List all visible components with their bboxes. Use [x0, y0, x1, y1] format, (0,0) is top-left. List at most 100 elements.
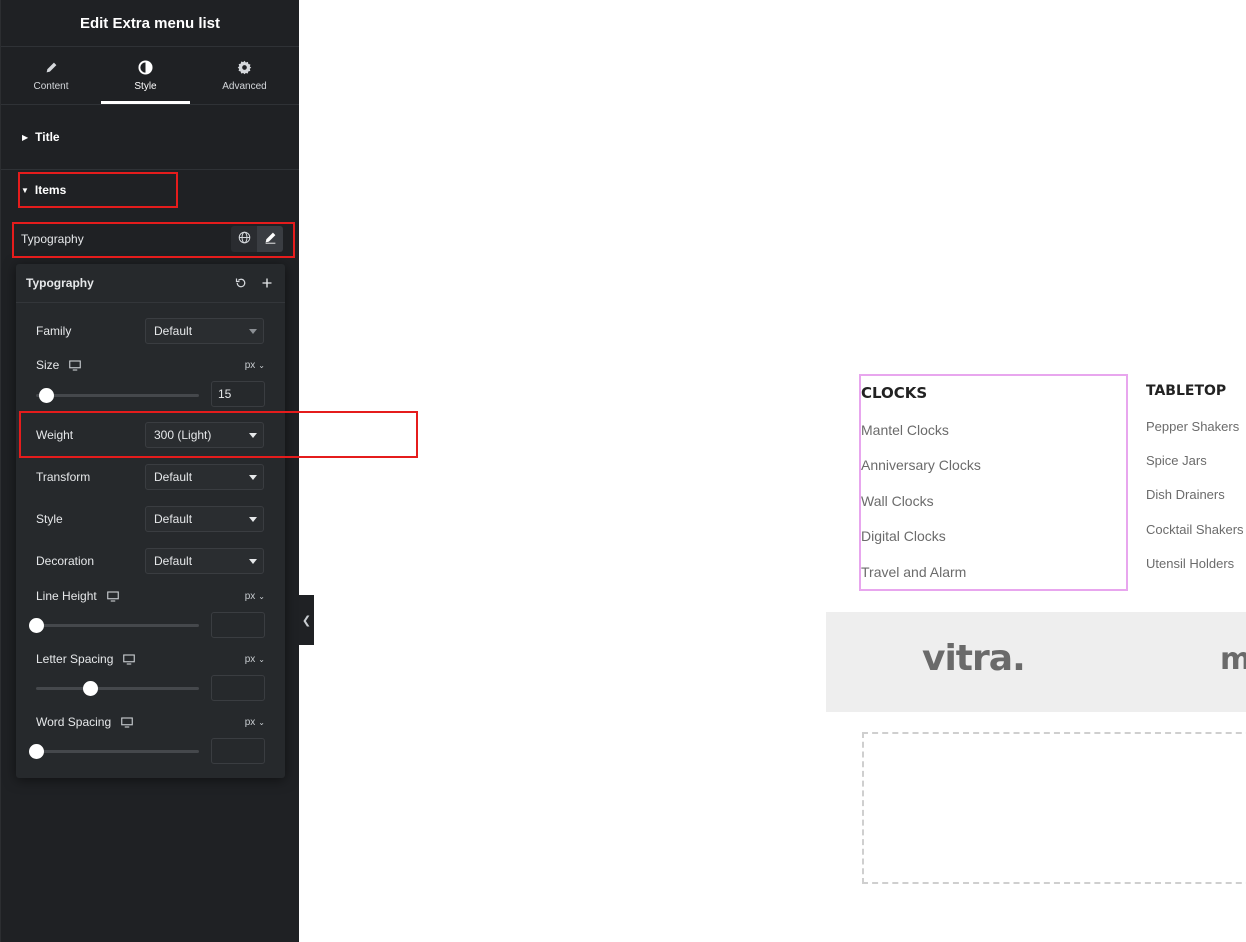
- word-spacing-label-row: Word Spacing px ⌄: [36, 714, 265, 730]
- transform-control: Transform Default: [36, 464, 265, 490]
- edit-typography-button[interactable]: [257, 226, 283, 252]
- transform-value: Default: [154, 470, 193, 484]
- tab-advanced[interactable]: Advanced: [190, 47, 299, 104]
- globe-icon: [238, 231, 251, 247]
- tab-content[interactable]: Content: [1, 47, 101, 104]
- reset-icon[interactable]: [233, 275, 249, 291]
- decoration-select[interactable]: Default: [145, 548, 264, 574]
- clocks-column: CLOCKS: [861, 384, 927, 402]
- section-items-label: Items: [34, 183, 67, 197]
- editor-panel: Edit Extra menu list Content Style Advan…: [0, 0, 299, 942]
- menu-item[interactable]: Pepper Shakers: [1146, 419, 1239, 434]
- desktop-icon[interactable]: [121, 716, 133, 728]
- desktop-icon[interactable]: [106, 590, 119, 602]
- caret-down-icon: ▼: [21, 185, 29, 195]
- tab-content-label: Content: [33, 80, 69, 92]
- popover-header: Typography: [16, 264, 285, 303]
- family-select[interactable]: Default: [145, 318, 264, 344]
- letter-spacing-input[interactable]: [211, 675, 265, 701]
- style-control: Style Default: [36, 506, 265, 532]
- word-spacing-unit-select[interactable]: px ⌄: [245, 717, 265, 728]
- panel-title: Edit Extra menu list: [1, 0, 299, 47]
- transform-select[interactable]: Default: [145, 464, 264, 490]
- chevron-down-icon: [249, 328, 257, 334]
- vitra-logo: vitra.: [922, 638, 1026, 679]
- chevron-down-icon: [249, 516, 257, 522]
- weight-select[interactable]: 300 (Light): [145, 422, 264, 448]
- typography-buttons: [231, 226, 283, 252]
- tab-style[interactable]: Style: [101, 47, 190, 104]
- word-spacing-slider-track[interactable]: [29, 744, 199, 759]
- word-spacing-input[interactable]: [211, 738, 265, 764]
- menu-item[interactable]: Utensil Holders: [1146, 556, 1234, 571]
- chevron-down-icon: [249, 474, 257, 480]
- clocks-title: CLOCKS: [861, 384, 928, 402]
- plus-icon[interactable]: [259, 275, 275, 291]
- style-select[interactable]: Default: [145, 506, 264, 532]
- decoration-value: Default: [154, 554, 193, 568]
- size-slider-track[interactable]: [36, 388, 199, 403]
- letter-spacing-unit-select[interactable]: px ⌄: [245, 654, 265, 665]
- style-label: Style: [36, 512, 63, 526]
- brand-logo-partial: m: [1220, 642, 1246, 677]
- section-items[interactable]: ▼ Items: [19, 172, 179, 208]
- line-height-unit-select[interactable]: px ⌄: [245, 591, 265, 602]
- family-label: Family: [36, 324, 72, 338]
- size-slider-knob[interactable]: [38, 388, 54, 403]
- collapse-panel-button[interactable]: ❮: [299, 595, 314, 645]
- word-spacing-slider-knob[interactable]: [29, 744, 44, 759]
- decoration-label: Decoration: [36, 554, 95, 568]
- size-label: Size: [36, 358, 60, 372]
- desktop-icon[interactable]: [69, 359, 82, 371]
- popover-title: Typography: [26, 276, 94, 290]
- line-height-label-row: Line Height px ⌄: [36, 588, 265, 604]
- section-title-label: Title: [35, 130, 60, 144]
- typography-control: Typography: [21, 226, 283, 252]
- letter-spacing-slider-knob[interactable]: [82, 681, 98, 696]
- style-value: Default: [154, 512, 193, 526]
- size-label-row: Size px ⌄: [36, 357, 265, 373]
- family-value: Default: [154, 324, 193, 338]
- typography-popover: Typography Family Default Size px ⌄ 15 W…: [16, 264, 285, 778]
- panel-tabs: Content Style Advanced: [1, 47, 299, 105]
- decoration-control: Decoration Default: [36, 548, 265, 574]
- menu-item[interactable]: Cocktail Shakers: [1146, 522, 1246, 537]
- menu-item[interactable]: Wall Clocks: [861, 493, 934, 509]
- menu-item[interactable]: Dish Drainers: [1146, 487, 1225, 502]
- menu-item[interactable]: Mantel Clocks: [861, 422, 949, 438]
- chevron-down-icon: [249, 558, 257, 564]
- transform-label: Transform: [36, 470, 91, 484]
- typography-label: Typography: [21, 232, 84, 246]
- contrast-icon: [138, 60, 154, 76]
- empty-drop-area[interactable]: [862, 732, 1246, 884]
- line-height-slider-knob[interactable]: [29, 618, 44, 633]
- line-height-label: Line Height: [36, 589, 97, 603]
- line-height-input[interactable]: [211, 612, 265, 638]
- pencil-icon: [43, 60, 59, 76]
- desktop-icon[interactable]: [123, 653, 136, 665]
- global-button[interactable]: [231, 226, 257, 252]
- brand-strip: vitra. m: [826, 612, 1246, 712]
- size-input[interactable]: 15: [211, 381, 265, 407]
- weight-label: Weight: [36, 428, 74, 442]
- letter-spacing-slider-track[interactable]: [36, 681, 199, 696]
- weight-value: 300 (Light): [154, 428, 212, 442]
- tab-advanced-label: Advanced: [222, 80, 267, 92]
- section-title[interactable]: ▶ Title: [1, 105, 299, 170]
- gear-icon: [237, 60, 253, 76]
- caret-right-icon: ▶: [22, 132, 29, 142]
- menu-item[interactable]: Spice Jars: [1146, 453, 1207, 468]
- chevron-left-icon: ❮: [301, 614, 312, 627]
- family-control: Family Default: [36, 318, 265, 344]
- size-unit-select[interactable]: px ⌄: [245, 360, 265, 371]
- line-height-slider-track[interactable]: [29, 618, 199, 633]
- pencil-icon: [264, 231, 277, 247]
- tabletop-title: TABLETOP: [1146, 383, 1227, 399]
- menu-item[interactable]: Travel and Alarm: [861, 564, 966, 580]
- tabletop-column: TABLETOP: [1146, 383, 1226, 399]
- letter-spacing-label-row: Letter Spacing px ⌄: [36, 651, 265, 667]
- menu-item[interactable]: Anniversary Clocks: [861, 457, 981, 473]
- menu-item[interactable]: Digital Clocks: [861, 528, 946, 544]
- weight-control: Weight 300 (Light): [36, 422, 265, 448]
- menu-selection-outline: [859, 374, 1128, 591]
